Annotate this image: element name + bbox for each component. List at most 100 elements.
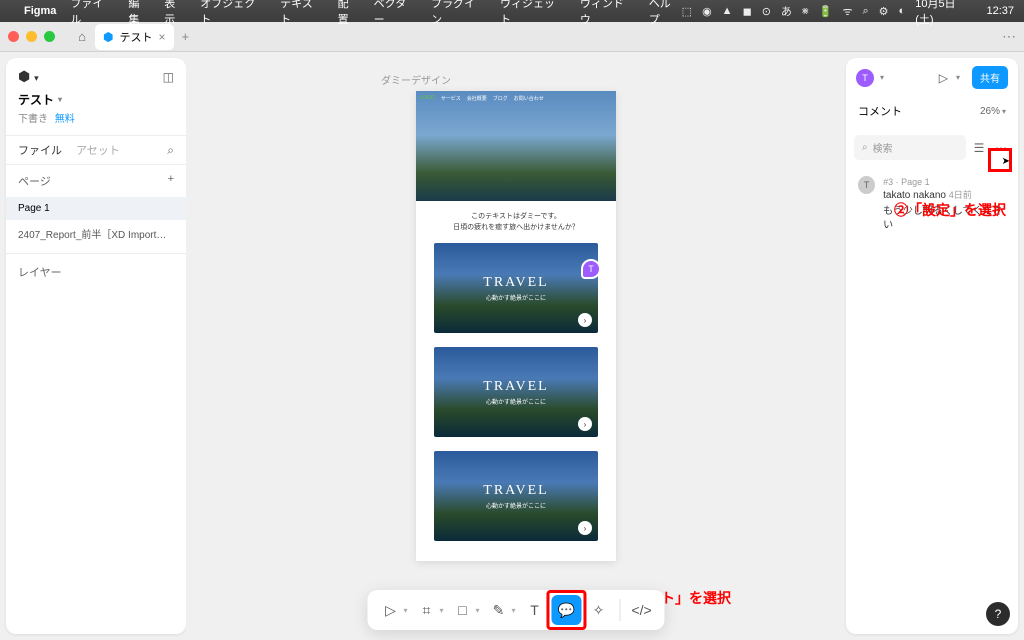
menubar-view[interactable]: 表示 (164, 0, 186, 27)
menubar-app[interactable]: Figma (24, 5, 56, 17)
move-tool[interactable]: ▷ (375, 595, 405, 625)
file-title[interactable]: テスト (18, 91, 54, 108)
avatar-chevron-icon[interactable]: ▾ (880, 73, 884, 82)
pen-tool[interactable]: ✎ (484, 595, 514, 625)
arrow-right-icon: › (578, 417, 592, 431)
control-center-icon[interactable]: ⚙ (879, 5, 889, 18)
present-chevron-icon[interactable]: ▾ (956, 73, 960, 82)
present-button[interactable]: ▷ (939, 71, 948, 85)
menubar-arrange[interactable]: 配置 (338, 0, 360, 27)
page-item-1[interactable]: Page 1 (6, 197, 186, 220)
maximize-window-button[interactable] (44, 31, 55, 42)
siri-icon[interactable]: ◐ (899, 5, 906, 17)
menubar-plugin[interactable]: プラグイン (431, 0, 486, 27)
actions-tool[interactable]: ✧ (584, 595, 614, 625)
travel-card-2: TRAVEL 心動かす絶景がここに › (434, 347, 598, 437)
frame-tool-chevron[interactable]: ▾ (439, 606, 443, 615)
cursor-icon: ➤ (1002, 156, 1010, 167)
commenter-avatar: T (858, 176, 875, 194)
comment-time: 4日前 (949, 190, 972, 200)
move-tool-chevron[interactable]: ▾ (403, 606, 407, 615)
menubar-window[interactable]: ウィンドウ (580, 0, 635, 27)
menubar-date[interactable]: 10月5日 (土) (915, 0, 976, 27)
comment-meta: #3 · Page 1 (883, 176, 1006, 189)
dev-mode-toggle[interactable]: </> (627, 595, 657, 625)
new-tab-button[interactable]: + (182, 29, 190, 44)
tab-file[interactable]: ファイル (18, 142, 62, 158)
figma-tray-icon[interactable]: ⬚ (682, 5, 692, 18)
panel-search-icon[interactable]: ⌕ (167, 143, 174, 158)
menubar-file[interactable]: ファイル (70, 0, 114, 27)
menubar-widget[interactable]: ウィジェット (500, 0, 566, 27)
frame-label[interactable]: ダミーデザイン (381, 72, 451, 87)
shape-tool[interactable]: □ (448, 595, 478, 625)
search-icon: ⌕ (862, 142, 868, 153)
menubar-object[interactable]: オブジェクト (200, 0, 266, 27)
pen-tool-chevron[interactable]: ▾ (512, 606, 516, 615)
arrow-right-icon: › (578, 313, 592, 327)
pages-label[interactable]: ページ (18, 173, 51, 189)
shape-tool-chevron[interactable]: ▾ (476, 606, 480, 615)
minimize-window-button[interactable] (26, 31, 37, 42)
help-button[interactable]: ? (986, 602, 1010, 626)
free-badge: 無料 (55, 114, 75, 125)
search-tray-icon[interactable]: ⌕ (863, 5, 869, 18)
menubar-edit[interactable]: 編集 (128, 0, 150, 27)
annotation-highlight-1 (547, 590, 587, 630)
camera-tray-icon[interactable]: ⊙ (762, 5, 771, 18)
menubar-time[interactable]: 12:37 (986, 5, 1014, 17)
wifi-icon[interactable]: ᯤ (842, 4, 852, 19)
text-tool[interactable]: T (520, 595, 550, 625)
home-tab[interactable]: ⌂ (69, 26, 95, 48)
travel-card-3: TRAVEL 心動かす絶景がここに › (434, 451, 598, 541)
add-page-icon[interactable]: + (168, 173, 174, 189)
active-tab[interactable]: ⬢ テスト × (95, 24, 174, 50)
menubar-help[interactable]: ヘルプ (649, 0, 682, 27)
comment-author: takato nakano (883, 190, 946, 201)
zoom-chevron-icon[interactable]: ▾ (1002, 107, 1006, 116)
zoom-level[interactable]: 26% (980, 106, 1000, 117)
travel-card-1: T TRAVEL 心動かす絶景がここに › (434, 243, 598, 333)
filter-icon[interactable]: ☰ (970, 139, 988, 157)
panel-toggle-icon[interactable]: ◫ (163, 70, 174, 84)
hero-nav: LOGO サービス 会社概要 ブログ お問い合わせ (420, 95, 544, 102)
right-panel: T ▾ ▷ ▾ 共有 コメント 26%▾ ⌕ 検索 ☰ ⋯ ➤ T #3 · P… (846, 58, 1018, 634)
user-avatar[interactable]: T (856, 69, 874, 87)
menubar-text[interactable]: テキスト (280, 0, 324, 27)
comment-tool[interactable]: 💬 (552, 595, 582, 625)
design-frame[interactable]: LOGO サービス 会社概要 ブログ お問い合わせ このテキストはダミーです。 … (416, 91, 616, 561)
battery-icon[interactable]: 🔋 (819, 5, 833, 18)
macos-menubar: Figma ファイル 編集 表示 オブジェクト テキスト 配置 ベクター プラグ… (0, 0, 1024, 22)
menubar-vector[interactable]: ベクター (374, 0, 417, 27)
bluetooth-icon[interactable]: ⨳ (802, 5, 809, 18)
annotation-2: ②「設定」を選択 (894, 200, 1006, 220)
chevron-down-icon: ▾ (58, 95, 62, 104)
comments-more-icon[interactable]: ⋯ (992, 139, 1010, 157)
frame-tool[interactable]: ⌗ (411, 595, 441, 625)
close-tab-icon[interactable]: × (158, 30, 165, 44)
record-tray-icon[interactable]: ◉ (702, 5, 712, 18)
toolbar-divider (620, 599, 621, 621)
tab-title: テスト (119, 29, 152, 45)
page-item-2[interactable]: 2407_Report_前半［XD Import］(30-Ju... (6, 220, 186, 247)
line-tray-icon[interactable]: ◼ (743, 5, 752, 18)
draft-label[interactable]: 下書き (18, 114, 48, 125)
left-panel: ⬢ ▾ ◫ テスト ▾ 下書き 無料 ファイル アセット ⌕ ページ + Pag… (6, 58, 186, 634)
ime-icon[interactable]: あ (781, 3, 792, 19)
traffic-lights (8, 31, 55, 42)
figma-file-icon: ⬢ (103, 30, 113, 44)
tab-asset[interactable]: アセット (76, 142, 120, 158)
comments-panel-label: コメント (858, 103, 902, 119)
chrome-more-icon[interactable]: ⋯ (1002, 28, 1016, 45)
app-tray-icon[interactable]: ▲ (722, 5, 733, 17)
share-button[interactable]: 共有 (972, 66, 1008, 89)
layers-label[interactable]: レイヤー (6, 253, 186, 290)
close-window-button[interactable] (8, 31, 19, 42)
sub-text: このテキストはダミーです。 日頃の疲れを癒す旅へ出かけませんか？ (416, 201, 616, 243)
comment-pin[interactable]: T (581, 259, 601, 279)
comment-search-input[interactable]: ⌕ 検索 (854, 135, 966, 160)
figma-menu-icon[interactable]: ⬢ ▾ (18, 68, 39, 85)
canvas[interactable]: ダミーデザイン LOGO サービス 会社概要 ブログ お問い合わせ このテキスト… (186, 52, 846, 640)
bottom-toolbar: ▷▾ ⌗▾ □▾ ✎▾ T 💬 ✧ </> (367, 590, 664, 630)
arrow-right-icon: › (578, 521, 592, 535)
